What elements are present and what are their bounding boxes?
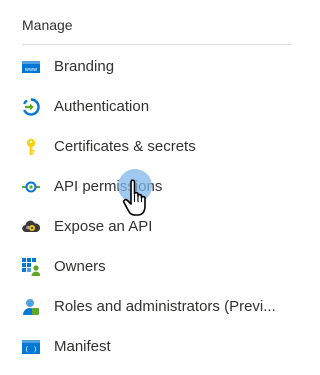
menu-item-label: Branding xyxy=(54,58,115,75)
menu-item-branding[interactable]: www Branding xyxy=(0,47,315,87)
authentication-icon xyxy=(23,98,40,116)
branding-icon: www xyxy=(22,61,40,73)
owners-icon xyxy=(22,258,40,276)
menu-item-manifest[interactable]: ( ) Manifest xyxy=(0,327,315,367)
manage-menu: www Branding Authentication Certificates… xyxy=(0,47,315,367)
menu-item-label: API permissions xyxy=(54,178,163,195)
manifest-icon: ( ) xyxy=(22,340,40,354)
svg-text:www: www xyxy=(25,67,37,73)
menu-item-expose-an-api[interactable]: Expose an API xyxy=(0,207,315,247)
menu-item-label: Roles and administrators (Previ... xyxy=(54,298,276,315)
cloud-gear-icon xyxy=(22,220,40,233)
svg-text:( ): ( ) xyxy=(25,346,38,354)
menu-item-api-permissions[interactable]: API permissions xyxy=(0,167,315,207)
roles-icon xyxy=(23,299,39,315)
api-permissions-icon xyxy=(22,181,40,193)
section-title-manage: Manage xyxy=(22,17,73,33)
menu-item-owners[interactable]: Owners xyxy=(0,247,315,287)
key-icon xyxy=(26,138,36,155)
menu-item-roles-administrators[interactable]: Roles and administrators (Previ... xyxy=(0,287,315,327)
menu-item-label: Manifest xyxy=(54,338,111,355)
menu-item-label: Authentication xyxy=(54,98,150,115)
menu-item-label: Certificates & secrets xyxy=(54,138,196,155)
menu-item-certificates-secrets[interactable]: Certificates & secrets xyxy=(0,127,315,167)
menu-item-label: Owners xyxy=(54,258,106,275)
section-divider xyxy=(22,44,292,45)
menu-item-authentication[interactable]: Authentication xyxy=(0,87,315,127)
menu-item-label: Expose an API xyxy=(54,218,153,235)
